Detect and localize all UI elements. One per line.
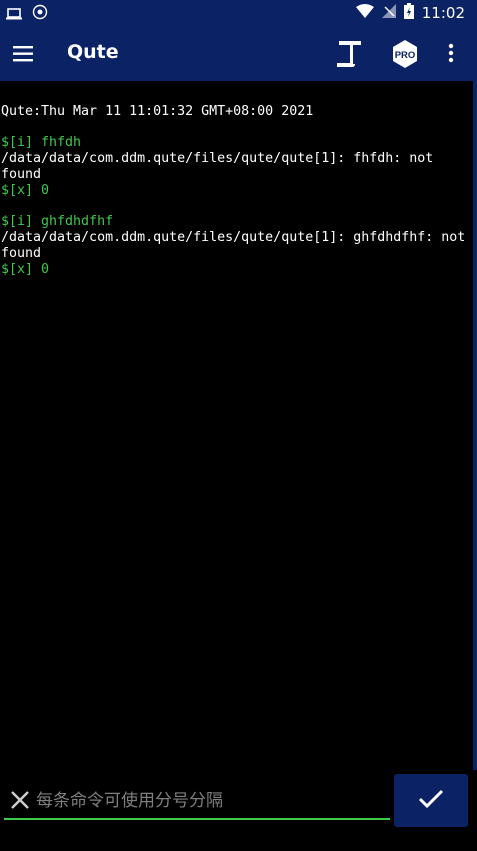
app-title: Qute bbox=[67, 41, 119, 63]
checkmark-icon bbox=[418, 788, 444, 814]
battery-icon bbox=[403, 3, 414, 23]
submit-button[interactable] bbox=[394, 774, 468, 827]
terminal-output[interactable]: Qute:Thu Mar 11 11:01:32 GMT+08:00 2021 … bbox=[0, 81, 473, 784]
terminal-command-line: $[x] 0 bbox=[1, 183, 50, 198]
pro-badge-button[interactable]: PRO bbox=[390, 39, 420, 69]
app-status-icon bbox=[32, 4, 48, 24]
pro-label: PRO bbox=[395, 50, 416, 61]
terminal-command-line: $[x] 0 bbox=[1, 262, 50, 277]
terminal-gap bbox=[0, 120, 473, 135]
app-bar: Qute PRO bbox=[0, 27, 477, 81]
laptop-icon bbox=[6, 5, 22, 24]
hamburger-menu-icon[interactable] bbox=[12, 43, 34, 65]
command-input[interactable] bbox=[36, 786, 386, 816]
clock: 11:02 bbox=[421, 4, 465, 22]
wifi-icon bbox=[355, 4, 374, 22]
status-left bbox=[6, 4, 48, 24]
status-right: 11:02 bbox=[355, 3, 465, 23]
clear-icon[interactable] bbox=[10, 790, 30, 810]
terminal-line: /data/data/com.ddm.qute/files/qute/qute[… bbox=[1, 230, 474, 261]
signal-icon bbox=[381, 4, 396, 22]
terminal-toggle-icon[interactable] bbox=[334, 39, 364, 69]
command-input-bar bbox=[0, 770, 477, 851]
terminal-command-line: $[i] ghfdhdfhf bbox=[1, 214, 114, 229]
terminal-gap bbox=[0, 199, 473, 214]
status-bar: 11:02 bbox=[0, 0, 477, 27]
terminal-line: Qute:Thu Mar 11 11:01:32 GMT+08:00 2021 bbox=[1, 104, 314, 119]
terminal-line: /data/data/com.ddm.qute/files/qute/qute[… bbox=[1, 151, 442, 182]
more-options-icon[interactable] bbox=[443, 40, 459, 68]
scrollbar[interactable] bbox=[473, 81, 477, 851]
terminal-command-line: $[i] fhfdh bbox=[1, 135, 82, 150]
input-underline bbox=[4, 818, 390, 820]
